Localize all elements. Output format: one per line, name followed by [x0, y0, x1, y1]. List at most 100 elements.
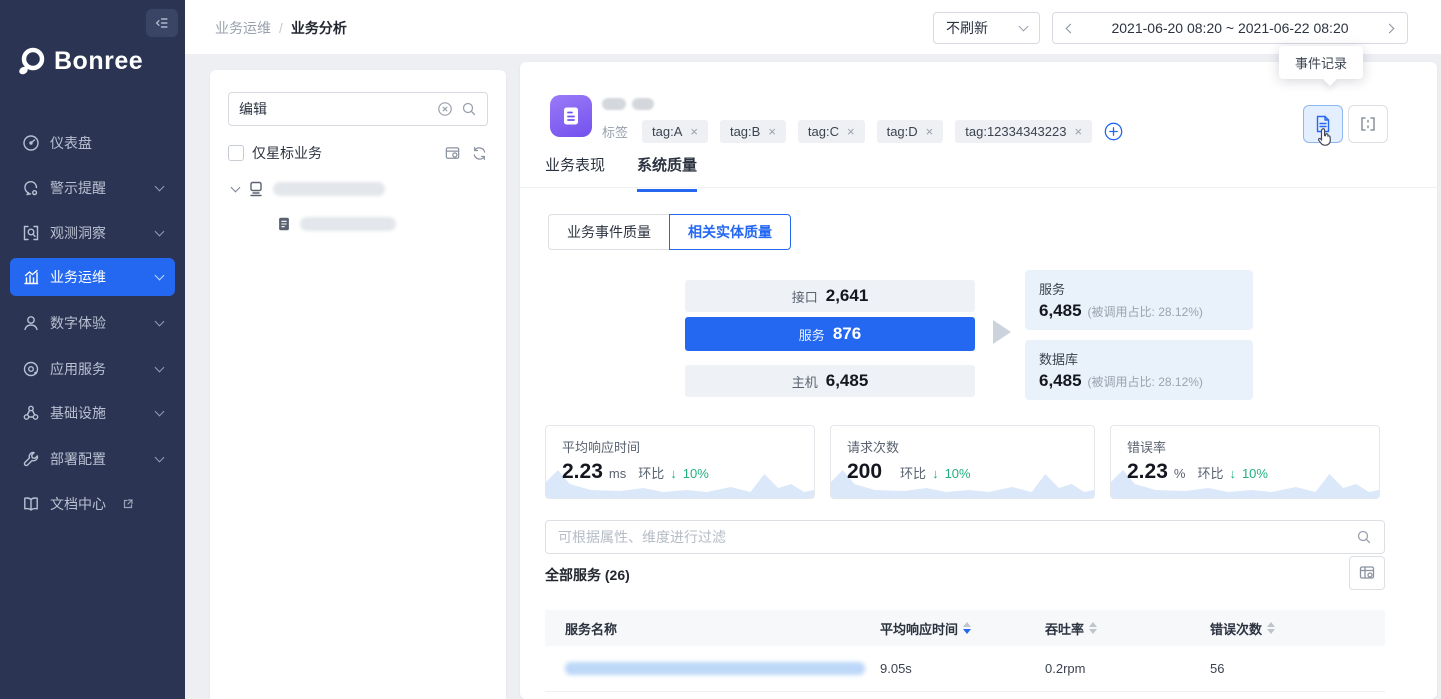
sort-icon[interactable]	[1267, 622, 1275, 634]
add-tag-icon[interactable]	[1104, 122, 1123, 141]
sidebar-item-app-services[interactable]: 应用服务	[10, 350, 175, 388]
trend-down-icon: ↓	[1229, 466, 1236, 481]
sidebar-item-alerts[interactable]: 警示提醒	[10, 169, 175, 207]
redacted-tree-node-name	[273, 182, 385, 196]
sidebar-item-observability[interactable]: 观测洞察	[10, 214, 175, 252]
column-settings-button[interactable]	[1349, 556, 1385, 590]
tag-text: tag:A	[652, 124, 682, 139]
tree-settings-icon[interactable]	[444, 145, 461, 162]
tree-node-group[interactable]	[232, 180, 385, 198]
column-header-throughput[interactable]: 吞吐率	[1045, 610, 1097, 646]
tree-search-input[interactable]	[239, 101, 429, 117]
dashboard-icon	[22, 134, 40, 152]
tag-close-icon[interactable]: ×	[690, 124, 698, 139]
metric-delta: 10%	[945, 466, 971, 481]
sidebar-item-digital-experience[interactable]: 数字体验	[10, 304, 175, 342]
tag-row: 标签 tag:A × tag:B × tag:C × tag:D× tag:12334…	[602, 120, 1123, 143]
target-box-database: 数据库 6,485 (被调用占比: 28.12%)	[1025, 340, 1253, 400]
business-system-icon	[247, 180, 265, 198]
clear-input-icon[interactable]	[437, 101, 453, 117]
entity-bar-interface[interactable]: 接口 2,641	[685, 280, 975, 312]
search-icon[interactable]	[461, 101, 477, 117]
tag-close-icon[interactable]: ×	[926, 124, 934, 139]
tree-expand-icon[interactable]	[231, 183, 241, 193]
chevron-down-icon	[1019, 21, 1029, 31]
metric-value: 2.23	[1127, 460, 1168, 484]
sidebar-item-deploy-config[interactable]: 部署配置	[10, 440, 175, 478]
document-icon	[559, 104, 583, 128]
sidebar-item-label: 仪表盘	[50, 133, 92, 153]
tag-chip[interactable]: tag:D×	[877, 120, 944, 143]
service-table-header: 服务名称 平均响应时间 吞吐率 错误次数	[545, 610, 1385, 646]
metric-value: 2.23	[562, 460, 603, 484]
sort-icon[interactable]	[1089, 622, 1097, 634]
column-header-avg-response[interactable]: 平均响应时间	[880, 610, 971, 646]
redacted-service-name-link[interactable]	[565, 662, 865, 675]
entity-bar-service[interactable]: 服务 876	[685, 317, 975, 351]
sidebar-item-business-ops[interactable]: 业务运维	[10, 258, 175, 296]
sidebar: Bonree 仪表盘 警示提醒 观测洞察 业务运维	[0, 0, 185, 699]
star-only-checkbox[interactable]	[228, 145, 244, 161]
metric-title: 请求次数	[847, 437, 899, 456]
quality-subtabs: 业务事件质量 相关实体质量	[548, 214, 791, 250]
tag-chip[interactable]: tag:B ×	[720, 120, 786, 143]
sidebar-item-label: 业务运维	[50, 267, 106, 287]
service-list-title: 全部服务 (26)	[545, 565, 630, 585]
tag-chip[interactable]: tag:C ×	[798, 120, 865, 143]
metric-value: 200	[847, 460, 882, 484]
redacted-tree-node-name	[300, 217, 396, 231]
tag-close-icon[interactable]: ×	[1074, 124, 1082, 139]
sidebar-item-label: 数字体验	[50, 313, 106, 333]
tag-text: tag:B	[730, 124, 760, 139]
trend-down-icon: ↓	[670, 466, 677, 481]
entity-bar-host[interactable]: 主机 6,485	[685, 365, 975, 397]
column-header-service-name: 服务名称	[565, 610, 617, 646]
redacted-business-title	[602, 98, 626, 110]
table-row[interactable]: 9.05s 0.2rpm 56	[545, 646, 1385, 692]
sidebar-item-dashboard[interactable]: 仪表盘	[10, 124, 175, 162]
target-label: 数据库	[1039, 349, 1239, 368]
entity-bar-label: 服务	[799, 325, 825, 344]
tab-divider	[520, 187, 1437, 188]
date-range-value: 2021-06-20 08:20 ~ 2021-06-22 08:20	[1111, 20, 1348, 36]
tags-label: 标签	[602, 122, 628, 141]
event-record-button[interactable]	[1303, 105, 1343, 143]
sidebar-item-label: 观测洞察	[50, 223, 106, 243]
wrench-icon	[22, 450, 40, 468]
tree-node-leaf[interactable]	[276, 216, 396, 232]
sidebar-item-infrastructure[interactable]: 基础设施	[10, 394, 175, 432]
next-range-arrow-icon[interactable]	[1385, 23, 1395, 33]
breadcrumb-current: 业务分析	[291, 20, 347, 36]
sidebar-collapse-button[interactable]	[146, 9, 178, 37]
tree-search-box	[228, 92, 488, 126]
sort-icon[interactable]	[963, 622, 971, 634]
subtab-related-entity-quality[interactable]: 相关实体质量	[669, 214, 791, 250]
alert-icon	[22, 179, 40, 197]
metric-delta: 10%	[1242, 466, 1268, 481]
external-link-icon	[122, 498, 134, 510]
date-range-picker[interactable]: 2021-06-20 08:20 ~ 2021-06-22 08:20	[1052, 12, 1408, 44]
sync-icon[interactable]	[471, 145, 488, 162]
breadcrumb-parent[interactable]: 业务运维	[215, 20, 271, 36]
tag-close-icon[interactable]: ×	[847, 124, 855, 139]
search-icon[interactable]	[1356, 529, 1372, 545]
prev-range-arrow-icon[interactable]	[1066, 23, 1076, 33]
book-icon	[22, 495, 40, 513]
compare-icon	[1358, 114, 1378, 134]
sidebar-item-docs-center[interactable]: 文档中心	[10, 485, 175, 523]
target-note: (被调用占比: 28.12%)	[1088, 303, 1203, 320]
tag-chip[interactable]: tag:A ×	[642, 120, 708, 143]
tag-chip[interactable]: tag:12334343223×	[955, 120, 1092, 143]
column-settings-icon	[1358, 564, 1376, 582]
column-header-error-count[interactable]: 错误次数	[1210, 610, 1275, 646]
tag-close-icon[interactable]: ×	[768, 124, 776, 139]
subtab-business-event-quality[interactable]: 业务事件质量	[548, 214, 669, 250]
metric-compare-label: 环比	[1197, 463, 1223, 482]
entity-bar-label: 接口	[792, 287, 818, 306]
tag-text: tag:C	[808, 124, 839, 139]
top-header: 业务运维/业务分析 不刷新 2021-06-20 08:20 ~ 2021-06…	[185, 0, 1441, 55]
event-record-tooltip: 事件记录	[1279, 46, 1363, 79]
attribute-filter-input[interactable]	[558, 529, 1356, 545]
compare-button[interactable]	[1348, 105, 1388, 143]
refresh-interval-select[interactable]: 不刷新	[933, 12, 1040, 44]
